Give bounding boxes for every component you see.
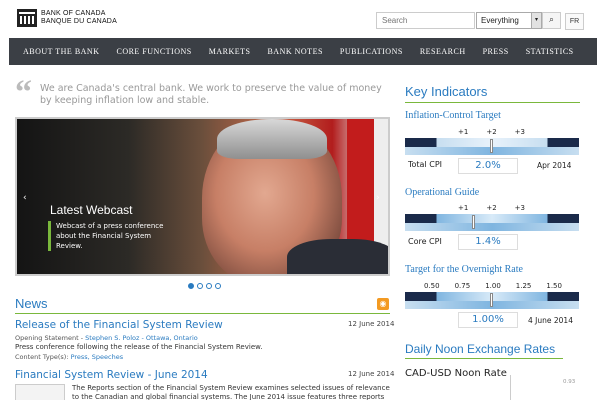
scale-label: +1: [458, 204, 469, 212]
chevron-down-icon: ▾: [531, 13, 541, 28]
main-nav: ABOUT THE BANK CORE FUNCTIONS MARKETS BA…: [9, 38, 597, 65]
scale-label: 0.50: [424, 282, 440, 290]
core-cpi-value: 1.4%: [458, 234, 518, 250]
scale-label: +3: [514, 128, 525, 136]
inflation-target-title[interactable]: Inflation-Control Target: [405, 110, 501, 121]
nav-core-functions[interactable]: CORE FUNCTIONS: [116, 47, 191, 56]
news-divider: [15, 313, 390, 314]
scale-label: 0.75: [454, 282, 471, 290]
exchange-rates-divider: [405, 358, 563, 359]
scale-label: +2: [486, 204, 497, 212]
total-cpi-value: 2.0%: [458, 158, 518, 174]
news-item-title[interactable]: Financial System Review - June 2014: [15, 369, 208, 381]
nav-about[interactable]: ABOUT THE BANK: [23, 47, 99, 56]
news-item-date: 12 June 2014: [348, 370, 395, 378]
carousel-prev-icon[interactable]: ‹: [23, 193, 27, 203]
news-types-label: Content Type(s):: [15, 353, 71, 361]
nav-statistics[interactable]: STATISTICS: [526, 47, 574, 56]
nav-publications[interactable]: PUBLICATIONS: [340, 47, 403, 56]
news-types-link[interactable]: Press, Speeches: [71, 353, 124, 361]
inflation-marker: [490, 139, 493, 153]
bank-building-icon: [17, 9, 37, 27]
news-item-date: 12 June 2014: [348, 320, 395, 328]
hero-title[interactable]: Latest Webcast: [50, 203, 133, 217]
carousel-dot-2[interactable]: [197, 283, 203, 289]
scale-label: 1.00: [485, 282, 501, 290]
carousel-dot-4[interactable]: [215, 283, 221, 289]
search-button[interactable]: ⌕: [542, 12, 561, 29]
inflation-scale: +1 +2 +3: [458, 128, 525, 136]
carousel-next-icon[interactable]: ›: [376, 193, 380, 203]
operational-marker: [472, 215, 475, 229]
search-scope-value: Everything: [481, 16, 519, 25]
nav-bank-notes[interactable]: BANK NOTES: [267, 47, 322, 56]
news-heading: News: [15, 296, 48, 311]
overnight-rate-title[interactable]: Target for the Overnight Rate: [405, 264, 523, 275]
nav-markets[interactable]: MARKETS: [209, 47, 251, 56]
speaker-hair: [217, 119, 327, 159]
bank-logo[interactable]: BANK OF CANADA BANQUE DU CANADA: [17, 9, 117, 27]
nav-research[interactable]: RESEARCH: [420, 47, 466, 56]
overnight-rate-date: 4 June 2014: [528, 316, 573, 325]
key-indicators-divider: [405, 102, 580, 103]
scale-label: +2: [486, 128, 497, 136]
search-input[interactable]: [376, 12, 475, 29]
rss-icon[interactable]: ◉: [377, 298, 389, 310]
overnight-rate-value: 1.00%: [458, 312, 518, 328]
total-cpi-label: Total CPI: [408, 160, 442, 169]
search-icon: ⌕: [548, 15, 555, 25]
overnight-marker: [490, 293, 493, 307]
nav-press[interactable]: PRESS: [483, 47, 509, 56]
news-thumbnail[interactable]: [15, 384, 65, 400]
logo-line-fr: BANQUE DU CANADA: [41, 18, 117, 25]
scale-label: 1.50: [546, 282, 562, 290]
news-item-title[interactable]: Release of the Financial System Review: [15, 319, 223, 331]
speaker-suit: [287, 239, 388, 274]
mission-quote: We are Canada's central bank. We work to…: [40, 83, 382, 106]
site-header: BANK OF CANADA BANQUE DU CANADA Everythi…: [0, 0, 600, 38]
core-cpi-label: Core CPI: [408, 237, 442, 246]
scale-label: +1: [458, 128, 469, 136]
quote-icon: “: [15, 74, 32, 111]
operational-range-bar: [405, 214, 579, 223]
language-toggle[interactable]: FR: [565, 13, 584, 30]
news-item-meta: Opening Statement - Stephen S. Poloz - O…: [15, 334, 198, 342]
carousel-dots: [188, 283, 221, 289]
news-item-types: Content Type(s): Press, Speeches: [15, 353, 123, 361]
carousel-dot-3[interactable]: [206, 283, 212, 289]
exchange-rates-heading[interactable]: Daily Noon Exchange Rates: [405, 342, 555, 356]
news-meta-label: Opening Statement -: [15, 334, 86, 342]
cad-usd-tick: 0.93: [563, 379, 576, 385]
search-scope-select[interactable]: Everything ▾: [476, 12, 542, 29]
carousel-dot-1[interactable]: [188, 283, 194, 289]
hero-carousel[interactable]: ‹ › Latest Webcast Webcast of a press co…: [15, 117, 390, 276]
scale-label: 1.25: [515, 282, 532, 290]
operational-guide-title[interactable]: Operational Guide: [405, 187, 479, 198]
cad-usd-title: CAD-USD Noon Rate: [405, 368, 507, 379]
scale-label: +3: [514, 204, 525, 212]
news-meta-link[interactable]: Stephen S. Poloz - Ottawa, Ontario: [85, 334, 198, 342]
total-cpi-date: Apr 2014: [537, 161, 572, 170]
operational-value-bar: [405, 223, 579, 231]
news-item-desc: The Reports section of the Financial Sys…: [72, 384, 390, 400]
news-item-desc: Press conference following the release o…: [15, 343, 263, 351]
operational-scale: +1 +2 +3: [458, 204, 525, 212]
logo-line-en: BANK OF CANADA: [41, 10, 106, 17]
key-indicators-heading: Key Indicators: [405, 84, 488, 99]
overnight-scale: 0.50 0.75 1.00 1.25 1.50: [424, 282, 562, 290]
hero-caption: Webcast of a press conference about the …: [48, 221, 176, 251]
